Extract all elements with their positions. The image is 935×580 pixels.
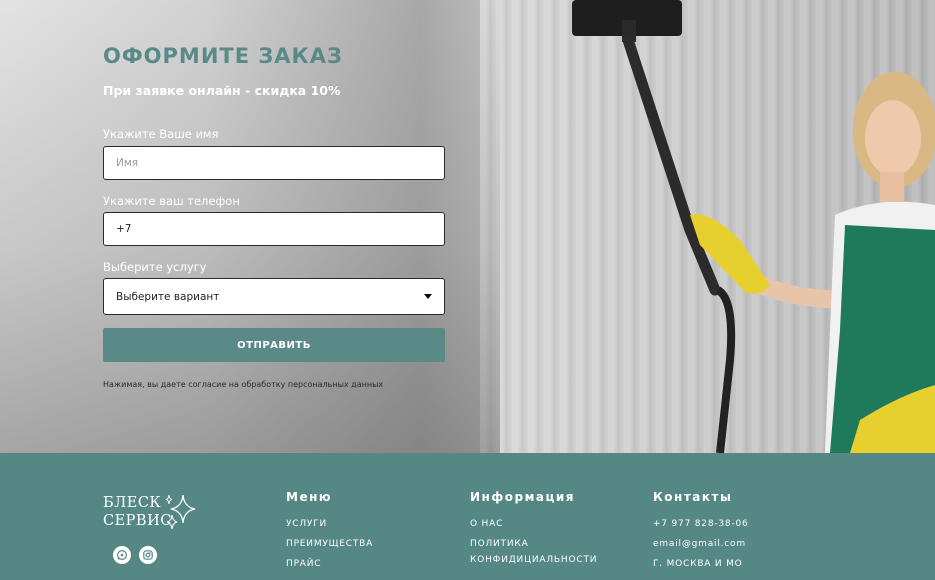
contact-email-text[interactable]: email@gmail.com bbox=[653, 539, 746, 549]
footer: БЛЕСК СЕРВИС Меню УСЛУГИ ПРЕИМУЩЕСТВА ПР… bbox=[0, 453, 935, 580]
info-link-privacy-line2[interactable]: КОНФИДИЦИАЛЬНОСТИ bbox=[470, 555, 597, 565]
phone-label: Укажите ваш телефон bbox=[103, 194, 240, 208]
sparkle-icon bbox=[165, 494, 196, 530]
contact-email[interactable]: email@gmail.com bbox=[653, 536, 749, 552]
menu-link-advantages-text[interactable]: ПРЕИМУЩЕСТВА bbox=[286, 539, 373, 549]
whatsapp-icon[interactable] bbox=[113, 546, 131, 564]
menu-title: Меню bbox=[286, 490, 333, 504]
menu-link-price[interactable]: ПРАЙС bbox=[286, 556, 373, 572]
service-select[interactable]: Выберите вариант bbox=[103, 278, 445, 315]
contacts-column: Контакты +7 977 828-38-06 email@gmail.co… bbox=[653, 490, 749, 576]
instagram-glyph bbox=[143, 550, 153, 560]
name-label: Укажите Ваше имя bbox=[103, 127, 219, 141]
contact-phone-text[interactable]: +7 977 828-38-06 bbox=[653, 519, 749, 529]
menu-link-advantages[interactable]: ПРЕИМУЩЕСТВА bbox=[286, 536, 373, 552]
instagram-icon[interactable] bbox=[139, 546, 157, 564]
info-link-about[interactable]: О НАС bbox=[470, 516, 597, 532]
chevron-down-icon bbox=[424, 294, 432, 299]
info-title: Информация bbox=[470, 490, 575, 504]
contacts-title: Контакты bbox=[653, 490, 733, 504]
consent-text: Нажимая, вы даете согласие на обработку … bbox=[103, 380, 384, 389]
info-column: Информация О НАС ПОЛИТИКА КОНФИДИЦИАЛЬНО… bbox=[470, 490, 597, 572]
info-link-about-text[interactable]: О НАС bbox=[470, 519, 503, 529]
contact-address: Г. МОСКВА И МО bbox=[653, 556, 749, 572]
phone-input[interactable] bbox=[103, 212, 445, 246]
info-link-privacy-cont[interactable]: КОНФИДИЦИАЛЬНОСТИ bbox=[470, 552, 597, 568]
logo-line-1: БЛЕСК bbox=[103, 495, 162, 511]
menu-link-services[interactable]: УСЛУГИ bbox=[286, 516, 373, 532]
form-title: ОФОРМИТЕ ЗАКАЗ bbox=[103, 44, 343, 68]
submit-button[interactable]: ОТПРАВИТЬ bbox=[103, 328, 445, 362]
brand-logo[interactable]: БЛЕСК СЕРВИС bbox=[103, 493, 203, 535]
info-link-privacy[interactable]: ПОЛИТИКА bbox=[470, 536, 597, 552]
service-selected-value: Выберите вариант bbox=[116, 290, 220, 303]
name-input[interactable] bbox=[103, 146, 445, 180]
menu-link-services-text[interactable]: УСЛУГИ bbox=[286, 519, 327, 529]
info-link-privacy-line1[interactable]: ПОЛИТИКА bbox=[470, 539, 529, 549]
menu-column: Меню УСЛУГИ ПРЕИМУЩЕСТВА ПРАЙС bbox=[286, 490, 373, 576]
contact-phone[interactable]: +7 977 828-38-06 bbox=[653, 516, 749, 532]
contact-address-text: Г. МОСКВА И МО bbox=[653, 559, 743, 569]
menu-link-price-text[interactable]: ПРАЙС bbox=[286, 559, 321, 569]
whatsapp-glyph bbox=[116, 549, 128, 561]
hero-section: ОФОРМИТЕ ЗАКАЗ При заявке онлайн - скидк… bbox=[0, 0, 935, 453]
logo-line-2: СЕРВИС bbox=[103, 513, 172, 529]
service-label: Выберите услугу bbox=[103, 260, 207, 274]
discount-subtitle: При заявке онлайн - скидка 10% bbox=[103, 83, 341, 98]
